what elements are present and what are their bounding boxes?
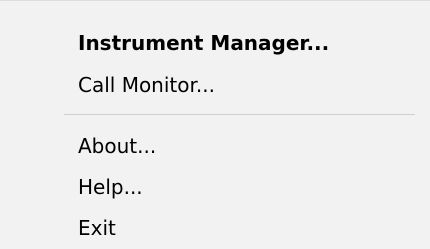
menu-item-exit[interactable]: Exit [0,208,430,248]
menu-item-call-monitor[interactable]: Call Monitor... [0,65,430,105]
menu-separator [64,114,415,115]
menu-item-about[interactable]: About... [0,126,430,166]
context-menu: Instrument Manager... Call Monitor... Ab… [0,0,430,249]
menu-item-help[interactable]: Help... [0,167,430,207]
menu-item-instrument-manager[interactable]: Instrument Manager... [0,23,430,63]
